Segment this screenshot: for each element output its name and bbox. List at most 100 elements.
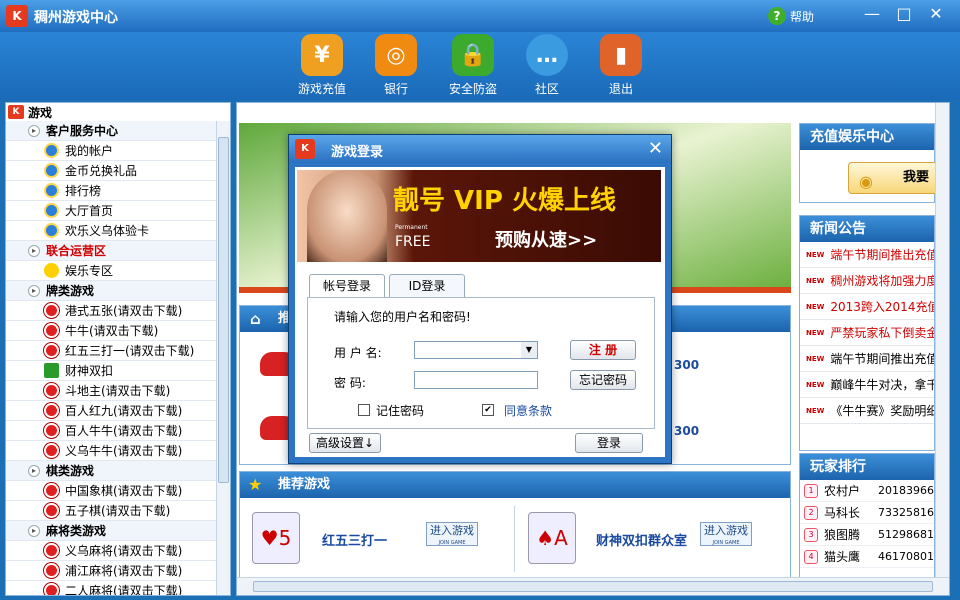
- news-item[interactable]: NEW 2013跨入2014充值返: [800, 294, 934, 320]
- tree-item[interactable]: 红五三打一(请双击下载): [6, 341, 230, 361]
- tree-item[interactable]: 义乌麻将(请双击下载): [6, 541, 230, 561]
- news-item[interactable]: NEW 巅峰牛牛对决，拿千: [800, 372, 934, 398]
- join-game-button[interactable]: 进入游戏 JOIN GAME: [426, 522, 478, 546]
- tree-category[interactable]: ▸ 麻将类游戏: [6, 521, 230, 541]
- tree-label: 浦江麻将(请双击下载): [65, 564, 183, 578]
- vip-headline: 靓号 VIP 火爆上线: [393, 186, 616, 216]
- agree-terms-link[interactable]: 同意条款: [504, 402, 552, 419]
- recharge-button-label: 我要: [903, 170, 930, 185]
- login-button[interactable]: 登录: [575, 433, 643, 453]
- player-name: 狼图腾: [824, 528, 861, 542]
- chevron-down-icon[interactable]: ▼: [521, 342, 537, 358]
- close-button[interactable]: ✕: [922, 3, 950, 25]
- expand-toggle-icon[interactable]: ▸: [28, 464, 40, 477]
- player-name: 猫头鹰: [824, 550, 861, 564]
- tree-item[interactable]: 中国象棋(请双击下载): [6, 481, 230, 501]
- news-title: 新闻公告: [800, 216, 934, 242]
- join-game-button[interactable]: 进入游戏 JOIN GAME: [700, 522, 752, 546]
- forgot-password-button[interactable]: 忘记密码: [570, 370, 636, 390]
- password-field[interactable]: [414, 371, 538, 389]
- tree-item[interactable]: 五子棋(请双击下载): [6, 501, 230, 521]
- tree-category[interactable]: ▸ 棋类游戏: [6, 461, 230, 481]
- news-item[interactable]: NEW 严禁玩家私下倒卖金: [800, 320, 934, 346]
- tree-item[interactable]: 牛牛(请双击下载): [6, 321, 230, 341]
- chat-bubble-icon: …: [526, 34, 568, 76]
- tree-root[interactable]: K 游戏: [6, 103, 230, 121]
- toolbar-exit[interactable]: ▮ 退出: [586, 34, 656, 97]
- news-item[interactable]: NEW 稠州游戏将加强力度: [800, 268, 934, 294]
- tree-item[interactable]: 港式五张(请双击下载): [6, 301, 230, 321]
- expand-toggle-icon[interactable]: ▸: [28, 524, 40, 537]
- money-bag-icon: ¥: [301, 34, 343, 76]
- vip-banner[interactable]: 靓号 VIP 火爆上线 Permanent FREE 预购从速>>: [297, 170, 661, 262]
- expand-toggle-icon[interactable]: ▸: [28, 244, 40, 257]
- toolbar-recharge[interactable]: ¥ 游戏充值: [287, 34, 357, 97]
- register-button[interactable]: 注 册: [570, 340, 636, 360]
- tree-category[interactable]: ▸ 牌类游戏: [6, 281, 230, 301]
- scrollbar-thumb[interactable]: [253, 581, 933, 592]
- toolbar-label: 银行: [383, 82, 408, 96]
- tree-label: 棋类游戏: [46, 464, 95, 478]
- tab-id-login[interactable]: ID登录: [389, 274, 465, 298]
- tree-label: 港式五张(请双击下载): [65, 304, 183, 318]
- help-button[interactable]: ? 帮助: [768, 6, 814, 26]
- tree-category[interactable]: ▸ 客户服务中心: [6, 121, 230, 141]
- username-combobox[interactable]: ▼: [414, 341, 538, 359]
- new-badge-icon: NEW: [806, 328, 825, 337]
- sidebar-scrollbar[interactable]: [216, 121, 230, 595]
- tree-item[interactable]: 欢乐义乌体验卡: [6, 221, 230, 241]
- ranking-panel: 玩家排行 1 农村户 20183966 2 马科长 73325816 3 狼图腾 5129868…: [799, 453, 935, 595]
- tree-item[interactable]: 百人红九(请双击下载): [6, 401, 230, 421]
- main-horizontal-scrollbar[interactable]: [237, 577, 949, 595]
- minimize-button[interactable]: —: [858, 3, 886, 25]
- tree-item[interactable]: 义乌牛牛(请双击下载): [6, 441, 230, 461]
- tree-category[interactable]: ▸ 联合运营区: [6, 241, 230, 261]
- tree-item[interactable]: 二人麻将(请双击下载): [6, 581, 230, 595]
- no-entry-icon: [44, 443, 59, 458]
- news-text: 《牛牛赛》奖励明细: [830, 404, 934, 418]
- recharge-button[interactable]: ◉ 我要: [848, 162, 938, 194]
- main-vertical-scrollbar[interactable]: [935, 103, 949, 577]
- tab-account-login[interactable]: 帐号登录: [309, 274, 385, 299]
- game-card[interactable]: ♠A 财神双扣群众室 进入游戏 JOIN GAME: [516, 506, 790, 572]
- rank-badge-icon: 1: [804, 483, 818, 498]
- expand-toggle-icon[interactable]: ▸: [28, 124, 40, 137]
- toolbar-bank[interactable]: ◎ 银行: [361, 34, 431, 97]
- dialog-body: 靓号 VIP 火爆上线 Permanent FREE 预购从速>> 帐号登录 I…: [295, 167, 665, 457]
- tree-item[interactable]: 浦江麻将(请双击下载): [6, 561, 230, 581]
- agree-terms-checkbox[interactable]: ✔: [482, 404, 494, 416]
- tree-item[interactable]: 百人牛牛(请双击下载): [6, 421, 230, 441]
- ie-icon: [44, 163, 59, 178]
- coins-icon: ◉: [859, 172, 873, 191]
- lock-icon: 🔒: [452, 34, 494, 76]
- no-entry-icon: [44, 423, 59, 438]
- tree-item[interactable]: 娱乐专区: [6, 261, 230, 281]
- news-item[interactable]: NEW 端午节期间推出充值: [800, 242, 934, 268]
- toolbar-security[interactable]: 🔒 安全防盗: [438, 34, 508, 97]
- game-card[interactable]: ♥5 红五三打一 进入游戏 JOIN GAME: [240, 506, 515, 572]
- maximize-button[interactable]: □: [890, 3, 918, 25]
- vip-preorder: 预购从速>>: [495, 230, 598, 251]
- tree-item[interactable]: 金币兑换礼品: [6, 161, 230, 181]
- advanced-settings-button[interactable]: 高级设置↓: [309, 433, 381, 453]
- tree-item[interactable]: 财神双扣: [6, 361, 230, 381]
- ranking-row: 2 马科长 73325816: [800, 502, 934, 524]
- tree-item[interactable]: 排行榜: [6, 181, 230, 201]
- news-item[interactable]: NEW 《牛牛赛》奖励明细: [800, 398, 934, 424]
- tree-item[interactable]: 大厅首页: [6, 201, 230, 221]
- expand-toggle-icon[interactable]: ▸: [28, 284, 40, 297]
- tree-item[interactable]: 斗地主(请双击下载): [6, 381, 230, 401]
- toolbar-community[interactable]: … 社区: [512, 34, 582, 97]
- player-name: 农村户: [824, 484, 861, 498]
- scrollbar-thumb[interactable]: [218, 137, 229, 483]
- news-item[interactable]: NEW 端午节期间推出充值: [800, 346, 934, 372]
- dialog-close-button[interactable]: ✕: [648, 138, 663, 159]
- cards-icon: ♠A: [528, 512, 576, 564]
- username-label: 用 户 名:: [334, 346, 382, 360]
- promo-value: 300: [674, 424, 700, 438]
- remember-password-checkbox[interactable]: [358, 404, 370, 416]
- new-badge-icon: NEW: [806, 276, 825, 285]
- new-badge-icon: NEW: [806, 250, 825, 259]
- ie-icon: [44, 203, 59, 218]
- tree-item[interactable]: 我的帐户: [6, 141, 230, 161]
